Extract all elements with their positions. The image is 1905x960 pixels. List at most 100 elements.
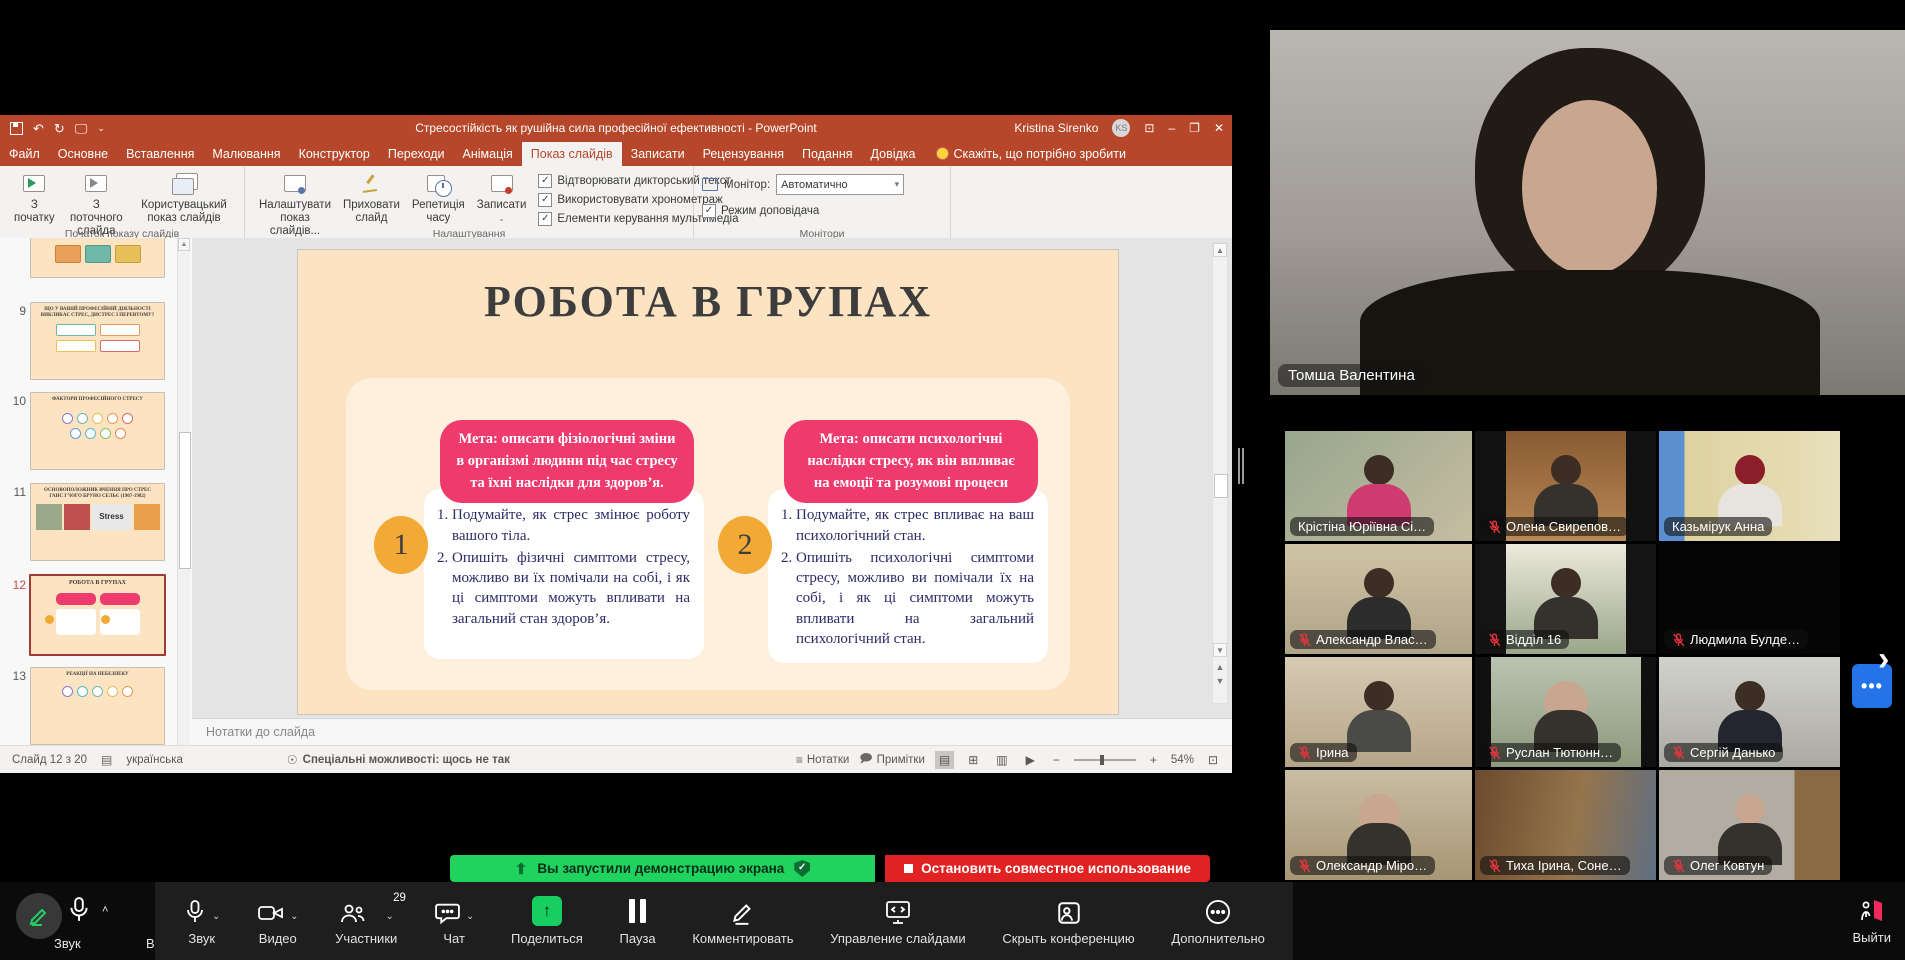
participant-tile[interactable]: Олена Свирепов… (1475, 431, 1656, 541)
reading-view-button[interactable]: ▥ (992, 751, 1011, 769)
tab-insert[interactable]: Вставлення (117, 142, 203, 166)
zoom-level[interactable]: 54% (1171, 754, 1194, 766)
undo-icon[interactable]: ↶ (33, 122, 44, 135)
close-button[interactable]: ✕ (1214, 122, 1224, 134)
leave-meeting-button[interactable]: Выйти (1853, 882, 1892, 960)
normal-view-button[interactable]: ▤ (935, 751, 954, 769)
customize-qat-icon[interactable]: ⌄ (97, 124, 105, 133)
participant-tile[interactable]: Людмила Булде… (1659, 544, 1840, 654)
stop-share-button[interactable]: Остановить совместное использование (885, 855, 1210, 882)
slide-canvas[interactable]: РОБОТА В ГРУПАХ Мета: описати фізіологіч… (298, 250, 1118, 714)
redo-icon[interactable]: ↻ (54, 122, 65, 135)
account-avatar[interactable]: KS (1112, 119, 1130, 137)
thumbnail-slide-13[interactable]: РЕАКЦІЇ НА НЕБЕЗПЕКУ (30, 667, 165, 745)
participant-tile[interactable]: Сергій Данько (1659, 657, 1840, 767)
tab-design[interactable]: Конструктор (290, 142, 379, 166)
participants-button[interactable]: 29 ⌄ Участники (335, 896, 397, 946)
participant-tile[interactable]: Александр Влас… (1285, 544, 1472, 654)
goal-bubble-right[interactable]: Мета: описати психологічні наслідки стре… (784, 420, 1038, 503)
start-slideshow-icon[interactable]: 🖵 (75, 122, 88, 135)
share-screen-button[interactable]: ↑ Поделиться (511, 896, 583, 946)
account-name[interactable]: Kristina Sirenko (1014, 121, 1098, 135)
window-resize-handle[interactable] (1238, 448, 1246, 484)
tab-help[interactable]: Довідка (862, 142, 925, 166)
scrollbar-thumb[interactable] (179, 432, 191, 569)
zoom-out-button[interactable]: − (1049, 751, 1064, 769)
scroll-up-icon[interactable]: ▲ (178, 238, 190, 251)
more-options-button[interactable]: Дополнительно (1171, 896, 1265, 946)
participant-tile[interactable]: Казьмірук Анна (1659, 431, 1840, 541)
scroll-up-icon[interactable]: ▲ (1213, 243, 1227, 257)
chevron-down-icon[interactable]: ⌄ (290, 911, 298, 926)
zoom-slider-thumb[interactable] (1100, 755, 1104, 765)
comments-toggle[interactable]: 🗩Примітки (859, 749, 925, 770)
participant-tile[interactable]: Відділ 16 (1475, 544, 1656, 654)
slideshow-view-button[interactable]: ▶ (1022, 751, 1039, 769)
chevron-down-icon[interactable]: ⌄ (386, 911, 394, 926)
notes-toggle[interactable]: ≡Нотатки (796, 753, 849, 767)
language-indicator[interactable]: українська (126, 754, 183, 766)
notes-pane[interactable]: Нотатки до слайда (192, 718, 1232, 745)
tab-record[interactable]: Записати (622, 142, 694, 166)
previous-slide-button[interactable]: ▲ (1213, 663, 1227, 672)
scrollbar-thumb[interactable] (1214, 474, 1228, 498)
from-beginning-button[interactable]: З початку (8, 170, 61, 227)
microphone-icon[interactable] (66, 895, 92, 925)
participant-tile[interactable]: Крістіна Юріївна Сі… (1285, 431, 1472, 541)
tab-animations[interactable]: Анімація (454, 142, 522, 166)
next-page-chevron[interactable]: › (1878, 642, 1889, 676)
scroll-down-icon[interactable]: ▼ (1213, 643, 1227, 657)
thumbnail-scrollbar[interactable]: ▲ (177, 238, 190, 772)
tab-file[interactable]: Файл (0, 142, 49, 166)
chevron-down-icon[interactable]: ⌄ (466, 911, 474, 926)
slide-title[interactable]: РОБОТА В ГРУПАХ (298, 276, 1118, 327)
participant-tile[interactable]: Олександр Міро… (1285, 770, 1472, 880)
tab-view[interactable]: Подання (793, 142, 861, 166)
checkbox-presenter-view[interactable]: ✓ Режим доповідача (702, 204, 819, 218)
rehearse-timings-button[interactable]: Репетиція часу (406, 170, 471, 227)
participant-tile[interactable]: Олег Ковтун (1659, 770, 1840, 880)
video-button[interactable]: ⌄ Видео (257, 896, 298, 946)
goal-bubble-left[interactable]: Мета: описати фізіологічні зміни в орган… (440, 420, 694, 503)
slide-control-button[interactable]: Управление слайдами (830, 896, 965, 946)
display-settings-icon[interactable]: ▤ (101, 753, 112, 767)
thumbnail-slide-12-selected[interactable]: РОБОТА В ГРУПАХ (29, 574, 166, 656)
slide-sorter-view-button[interactable]: ⊞ (964, 751, 982, 769)
chevron-up-icon[interactable]: ˄ (102, 904, 108, 916)
task-card-right[interactable]: Подумайте, як стрес впливає на ваш психо… (768, 489, 1048, 663)
pause-share-button[interactable]: Пауза (620, 896, 656, 946)
minimize-button[interactable]: – (1168, 122, 1175, 134)
participant-tile[interactable]: Ірина (1285, 657, 1472, 767)
thumbnail-slide-10[interactable]: ФАКТОРИ ПРОФЕСІЙНОГО СТРЕСУ (30, 392, 165, 470)
tab-draw[interactable]: Малювання (203, 142, 289, 166)
main-scrollbar[interactable]: ▲ ▼ ▲ ▼ (1212, 242, 1228, 704)
chat-button[interactable]: ⌄ Чат (434, 896, 474, 946)
participant-tile[interactable]: Тиха Ірина, Соне… (1475, 770, 1656, 880)
annotate-button[interactable]: Комментировать (692, 896, 793, 946)
zoom-in-button[interactable]: + (1146, 751, 1161, 769)
zoom-slider[interactable] (1074, 759, 1136, 761)
accessibility-status[interactable]: ☉ Спеціальні можливості: щось не так (287, 753, 510, 767)
restore-button[interactable]: ❐ (1189, 122, 1200, 134)
tab-transitions[interactable]: Переходи (379, 142, 454, 166)
tab-slideshow[interactable]: Показ слайдів (522, 142, 622, 166)
active-speaker-video[interactable]: Томша Валентина (1270, 30, 1905, 395)
monitor-dropdown[interactable]: Автоматично ▾ (776, 174, 904, 195)
fit-to-window-button[interactable]: ⊡ (1204, 751, 1222, 769)
next-slide-button[interactable]: ▼ (1213, 677, 1227, 686)
chevron-down-icon[interactable]: ⌄ (212, 911, 220, 926)
tell-me-box[interactable]: Скажіть, що потрібно зробити (925, 147, 1127, 161)
audio-button[interactable]: ⌄ Звук (183, 896, 220, 946)
ribbon-display-options-icon[interactable]: ⊡ (1144, 122, 1154, 134)
save-icon[interactable] (10, 122, 23, 135)
task-card-left[interactable]: Подумайте, як стрес змінює роботу вашого… (424, 489, 704, 659)
thumbnail-slide-11[interactable]: ОСНОВОПОЛОЖНИК ВЧЕННЯ ПРО СТРЕС ГАНС Г’Ю… (30, 483, 165, 561)
thumbnail-slide-9[interactable]: ЩО У ВАШІЙ ПРОФЕСІЙНІЙ ДІЯЛЬНОСТІ ВИКЛИК… (30, 302, 165, 380)
thumbnail-slide-8-partial[interactable] (30, 238, 165, 278)
record-button[interactable]: Записати ⌄ (471, 170, 533, 227)
hide-slide-button[interactable]: Приховати слайд (337, 170, 406, 227)
tab-review[interactable]: Рецензування (694, 142, 793, 166)
custom-slideshow-button[interactable]: Користувацький показ слайдів (132, 170, 236, 227)
participant-tile[interactable]: Руслан Тютюнн… (1475, 657, 1656, 767)
hide-conference-button[interactable]: Скрыть конференцию (1002, 896, 1134, 946)
